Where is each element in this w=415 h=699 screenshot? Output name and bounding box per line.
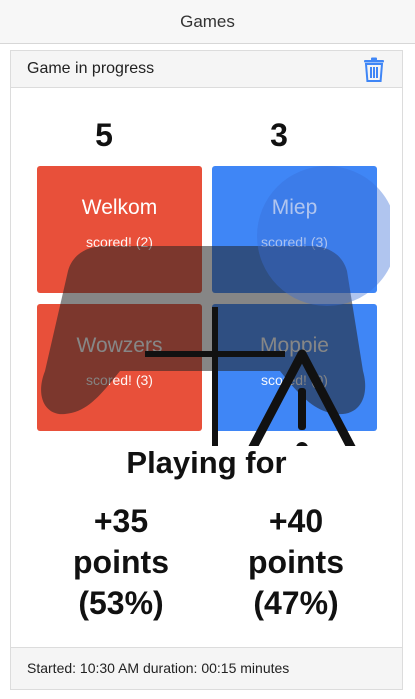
player-status: scored! (3) (261, 234, 328, 250)
player-name: Welkom (81, 196, 158, 219)
player-tile-moppie[interactable]: Moppie scored! (0) (212, 304, 377, 431)
team-1-points-unit: points (73, 544, 169, 580)
player-status: scored! (2) (86, 234, 153, 250)
card-footer: Started: 10:30 AM duration: 00:15 minute… (11, 647, 402, 689)
card-header-title: Game in progress (27, 60, 155, 77)
playing-for-heading: Playing for (126, 445, 287, 480)
team-2-points-unit: points (248, 544, 344, 580)
player-name: Wowzers (76, 334, 163, 357)
player-name: Moppie (260, 334, 329, 357)
player-name: Miep (271, 196, 318, 219)
game-card: Game in progress 5 3 Welkom scored! (2) … (10, 50, 403, 690)
team-2-points: +40 points (47%) (216, 501, 376, 624)
card-header: Game in progress (11, 51, 402, 88)
team-1-points: +35 points (53%) (41, 501, 201, 624)
team-1-points-value: +35 (93, 503, 149, 539)
game-timing: Started: 10:30 AM duration: 00:15 minute… (27, 660, 290, 676)
team-2-score: 3 (270, 117, 288, 153)
player-tile-miep[interactable]: Miep scored! (3) (212, 166, 377, 293)
player-status: scored! (0) (261, 372, 328, 388)
player-tile-wowzers[interactable]: Wowzers scored! (3) (37, 304, 202, 431)
team-1-points-percent: (53%) (78, 585, 164, 621)
top-bar: Games (0, 0, 415, 44)
player-status: scored! (3) (86, 372, 153, 388)
team-2-points-value: +40 (268, 503, 324, 539)
trash-icon[interactable] (362, 57, 386, 82)
app-title: Games (180, 11, 235, 31)
team-2-points-percent: (47%) (253, 585, 339, 621)
team-1-score: 5 (95, 117, 113, 153)
player-tile-welkom[interactable]: Welkom scored! (2) (37, 166, 202, 293)
